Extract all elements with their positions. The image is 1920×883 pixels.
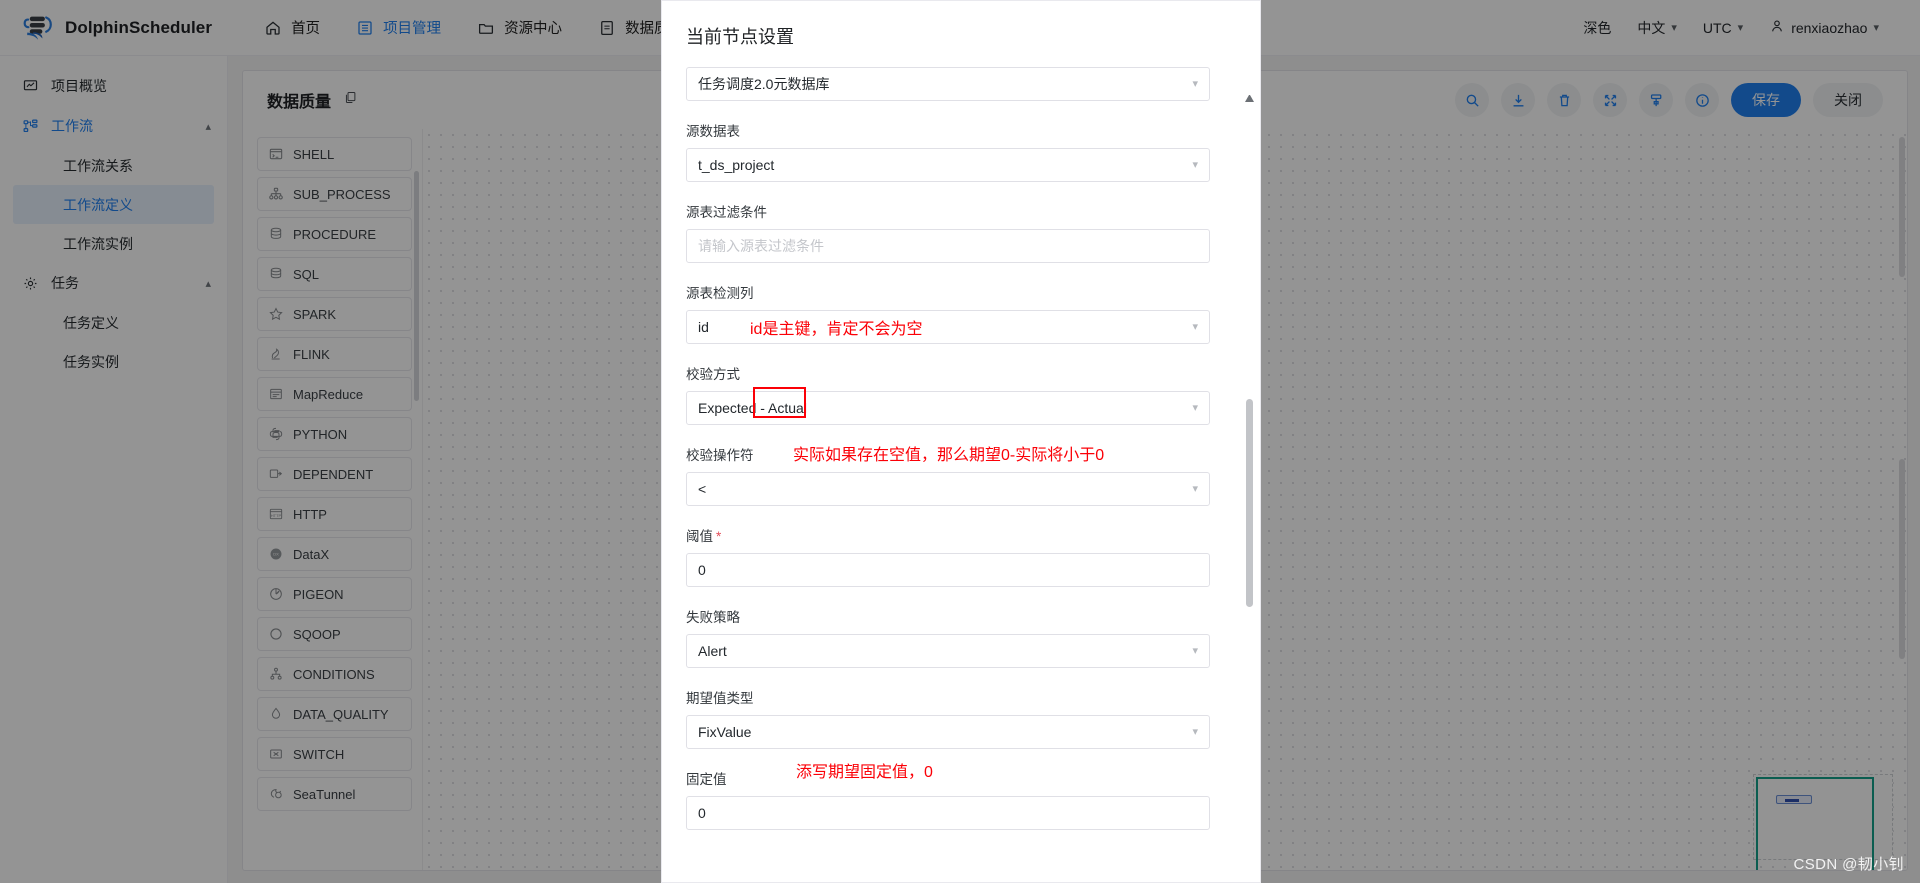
chevron-down-icon: ▾ (1192, 401, 1198, 414)
chevron-down-icon: ▾ (1192, 320, 1198, 333)
field-datasource-instance: 任务调度2.0元数据库 ▾ (686, 67, 1210, 101)
source-filter-label: 源表过滤条件 (686, 205, 767, 220)
modal-scrollbar[interactable] (1245, 95, 1254, 874)
failure-strategy-select[interactable]: Alert ▾ (686, 634, 1210, 668)
required-marker: * (716, 529, 722, 544)
check-method-select[interactable]: Expected - Actual ▾ (686, 391, 1210, 425)
chevron-down-icon: ▾ (1192, 482, 1198, 495)
threshold-value: 0 (698, 562, 706, 578)
field-source-filter: 源表过滤条件 请输入源表过滤条件 (686, 201, 1210, 263)
chevron-down-icon: ▾ (1192, 725, 1198, 738)
operator-select[interactable]: < ▾ (686, 472, 1210, 506)
modal-header: 当前节点设置 (662, 1, 1260, 55)
field-check-method: 校验方式 Expected - Actual ▾ (686, 363, 1210, 425)
expected-type-select[interactable]: FixValue ▾ (686, 715, 1210, 749)
fixed-value-value: 0 (698, 805, 706, 821)
source-table-label: 源数据表 (686, 124, 740, 139)
fixed-value-input[interactable]: 0 (686, 796, 1210, 830)
field-expected-type: 期望值类型 FixValue ▾ (686, 687, 1210, 749)
field-threshold: 阈值 * 0 (686, 525, 1210, 587)
operator-value: < (698, 481, 707, 497)
threshold-input[interactable]: 0 (686, 553, 1210, 587)
threshold-label-text: 阈值 (686, 529, 713, 544)
modal-scrollbar-thumb[interactable] (1246, 399, 1253, 607)
source-table-value: t_ds_project (698, 157, 775, 173)
screen: DolphinScheduler 首页 项目管理 资源中心 数据质量 深色 中文… (0, 0, 1920, 883)
datasource-instance-select[interactable]: 任务调度2.0元数据库 ▾ (686, 67, 1210, 101)
check-method-label: 校验方式 (686, 367, 740, 382)
check-method-value: Expected - Actual (698, 400, 807, 416)
expected-type-label: 期望值类型 (686, 691, 754, 706)
source-column-label: 源表检测列 (686, 286, 754, 301)
datasource-instance-value: 任务调度2.0元数据库 (698, 76, 830, 92)
field-source-column: 源表检测列 id ▾ id是主键，肯定不会为空 (686, 282, 1210, 344)
operator-label: 校验操作符 (686, 448, 754, 463)
modal-body: 任务调度2.0元数据库 ▾ 源数据表 t_ds_project ▾ 源表过滤条件… (662, 55, 1260, 882)
threshold-label: 阈值 * (686, 525, 1210, 545)
modal-title: 当前节点设置 (686, 27, 794, 47)
failure-strategy-label: 失败策略 (686, 610, 740, 625)
source-table-select[interactable]: t_ds_project ▾ (686, 148, 1210, 182)
source-filter-placeholder: 请输入源表过滤条件 (698, 238, 824, 254)
field-fixed-value: 固定值 0 添写期望固定值，0 (686, 764, 1210, 830)
source-column-select[interactable]: id ▾ (686, 310, 1210, 344)
source-filter-input[interactable]: 请输入源表过滤条件 (686, 229, 1210, 263)
chevron-down-icon: ▾ (1192, 158, 1198, 171)
field-source-table: 源数据表 t_ds_project ▾ (686, 120, 1210, 182)
source-column-value: id (698, 319, 709, 335)
chevron-down-icon: ▾ (1192, 644, 1198, 657)
expected-type-value: FixValue (698, 724, 752, 740)
scroll-up-arrow-icon[interactable] (1245, 95, 1254, 102)
field-failure-strategy: 失败策略 Alert ▾ (686, 606, 1210, 668)
node-settings-modal: 当前节点设置 任务调度2.0元数据库 ▾ 源数据表 t_ds_project ▾ (661, 0, 1261, 883)
fixed-value-label: 固定值 (686, 772, 727, 787)
failure-strategy-value: Alert (698, 643, 727, 659)
chevron-down-icon: ▾ (1192, 77, 1198, 90)
field-operator: 校验操作符 < ▾ 实际如果存在空值，那么期望0-实际将小于0 (686, 444, 1210, 506)
